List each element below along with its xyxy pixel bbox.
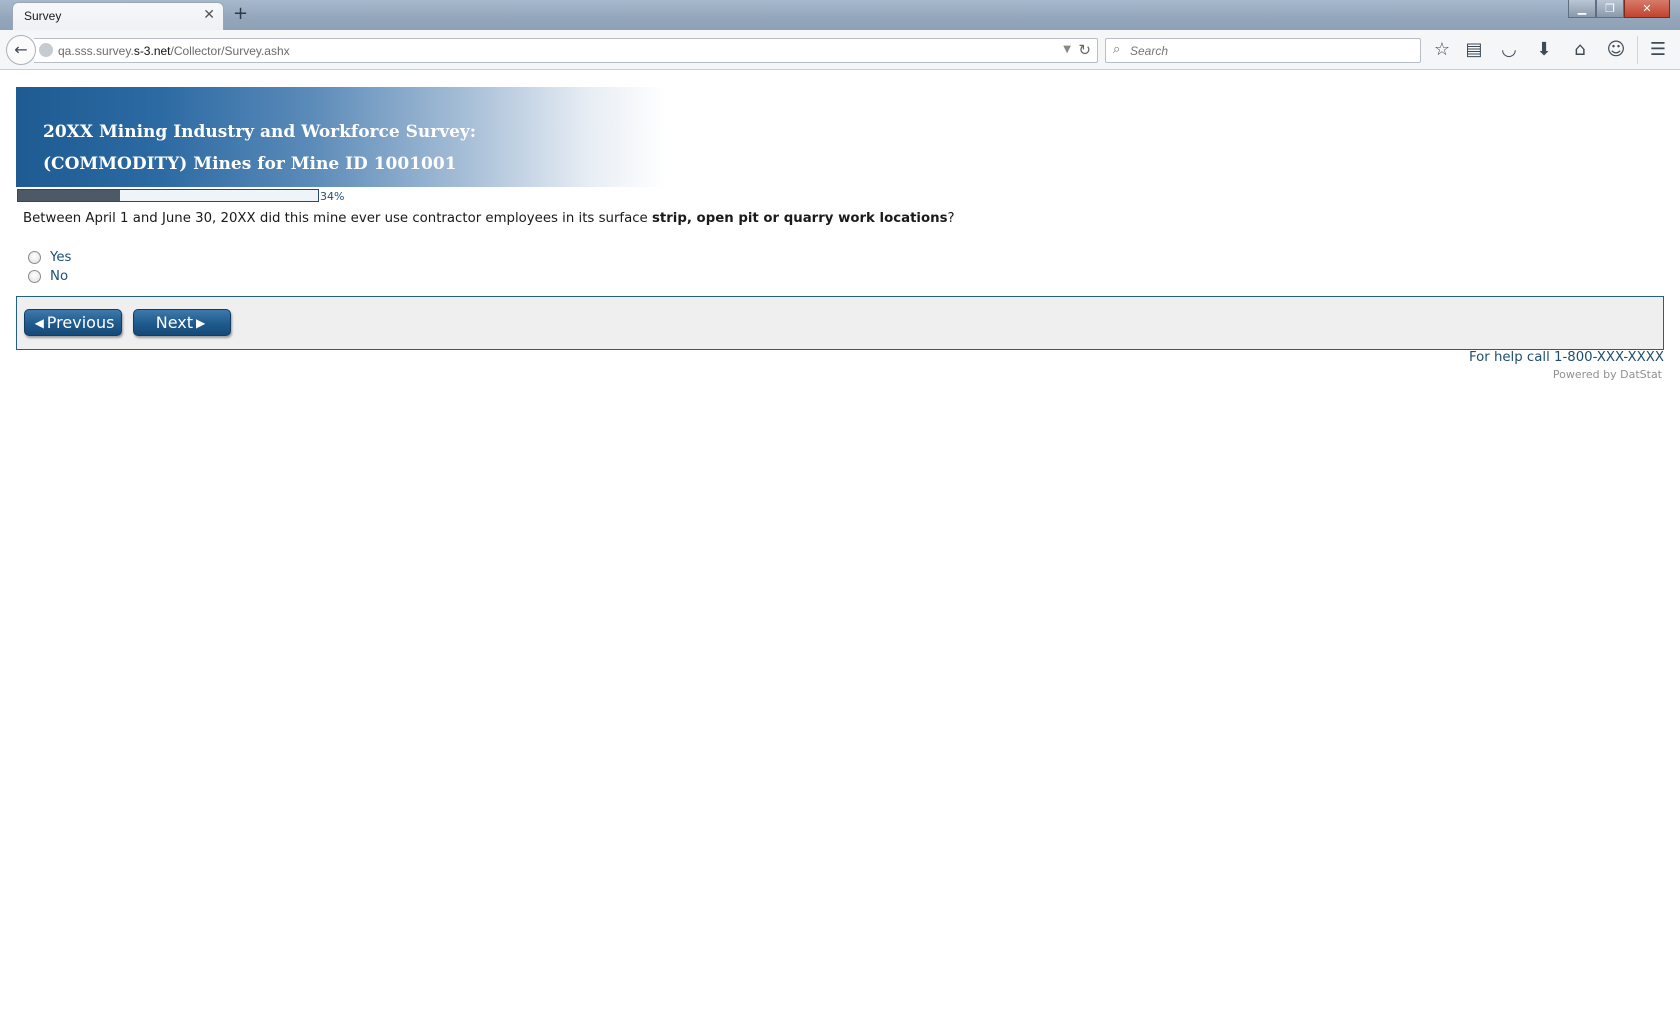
tab-title: Survey bbox=[24, 9, 62, 23]
progress-label: 34% bbox=[320, 190, 345, 203]
close-window-button[interactable]: ✕ bbox=[1624, 0, 1670, 18]
browser-titlebar: Survey ✕ + ▁ ❐ ✕ bbox=[0, 0, 1680, 31]
option-yes[interactable]: Yes bbox=[28, 250, 71, 265]
search-icon: ⌕ bbox=[1113, 42, 1121, 57]
close-icon[interactable]: ✕ bbox=[203, 7, 215, 23]
search-input[interactable] bbox=[1130, 42, 1410, 60]
question-emphasis: strip, open pit or quarry work locations bbox=[651, 211, 948, 226]
dropdown-icon[interactable]: ▼ bbox=[1063, 44, 1071, 55]
menu-icon[interactable]: ☰ bbox=[1645, 37, 1671, 63]
browser-navbar: qa.sss.survey.s-3.net/Collector/Survey.a… bbox=[0, 30, 1680, 70]
progress-fill bbox=[18, 190, 120, 201]
question-text: Between April 1 and June 30, 20XX did th… bbox=[23, 211, 955, 226]
reading-list-icon[interactable]: ▤ bbox=[1461, 37, 1487, 63]
url-text[interactable]: qa.sss.survey.s-3.net/Collector/Survey.a… bbox=[58, 44, 290, 58]
minimize-button[interactable]: ▁ bbox=[1568, 0, 1596, 18]
restore-button[interactable]: ❐ bbox=[1596, 0, 1624, 18]
radio-yes[interactable] bbox=[28, 251, 41, 264]
search-bar[interactable]: ⌕ bbox=[1105, 38, 1421, 63]
powered-by: Powered by DatStat bbox=[1552, 368, 1662, 381]
globe-icon bbox=[39, 43, 53, 57]
chat-icon[interactable]: ☺ bbox=[1603, 37, 1629, 63]
pocket-icon[interactable]: ◡ bbox=[1496, 37, 1522, 63]
bookmark-star-icon[interactable]: ☆ bbox=[1429, 37, 1455, 63]
survey-header-banner: 20XX Mining Industry and Workforce Surve… bbox=[16, 87, 666, 187]
back-arrow-icon: ← bbox=[14, 40, 28, 59]
radio-no[interactable] bbox=[28, 270, 41, 283]
next-button[interactable]: Next ▶ bbox=[133, 309, 231, 336]
option-label-no[interactable]: No bbox=[50, 269, 68, 284]
toolbar-separator bbox=[1637, 36, 1638, 64]
survey-title-line-2: (COMMODITY) Mines for Mine ID 1001001 bbox=[43, 154, 457, 174]
option-label-yes[interactable]: Yes bbox=[50, 250, 71, 265]
survey-title-line-1: 20XX Mining Industry and Workforce Surve… bbox=[43, 122, 477, 142]
navigation-panel: ◀ Previous Next ▶ bbox=[16, 296, 1664, 350]
home-icon[interactable]: ⌂ bbox=[1567, 37, 1593, 63]
triangle-left-icon: ◀ bbox=[34, 315, 44, 330]
download-icon[interactable]: ⬇ bbox=[1531, 37, 1557, 63]
progress-bar bbox=[17, 189, 319, 202]
triangle-right-icon: ▶ bbox=[196, 315, 206, 330]
back-button[interactable]: ← bbox=[6, 35, 36, 65]
option-no[interactable]: No bbox=[28, 269, 68, 284]
reload-icon[interactable]: ↻ bbox=[1078, 41, 1091, 59]
previous-button[interactable]: ◀ Previous bbox=[24, 309, 122, 336]
url-bar[interactable]: qa.sss.survey.s-3.net/Collector/Survey.a… bbox=[34, 38, 1098, 63]
browser-tab[interactable]: Survey ✕ bbox=[12, 2, 224, 31]
window-controls: ▁ ❐ ✕ bbox=[1568, 0, 1670, 18]
new-tab-button[interactable]: + bbox=[233, 3, 248, 24]
help-text: For help call 1-800-XXX-XXXX bbox=[1468, 350, 1664, 365]
